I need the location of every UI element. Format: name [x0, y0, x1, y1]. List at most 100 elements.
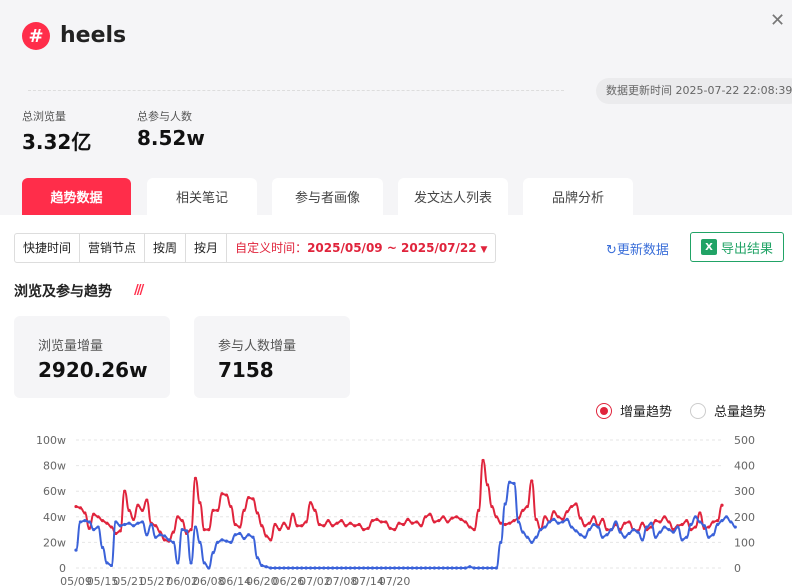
refresh-data-button[interactable]: ↻更新数据 [606, 239, 669, 258]
data-point-0 [698, 511, 702, 515]
data-point-0 [654, 519, 658, 523]
data-point-0 [419, 524, 423, 528]
data-point-0 [238, 525, 242, 529]
data-point-1 [229, 540, 233, 544]
tab-creator-list[interactable]: 发文达人列表 [398, 178, 508, 215]
data-point-1 [472, 566, 476, 570]
data-point-0 [406, 517, 410, 521]
data-point-1 [645, 525, 649, 529]
data-point-0 [127, 508, 131, 512]
data-point-0 [92, 512, 96, 516]
data-point-1 [503, 502, 507, 506]
export-button[interactable]: X 导出结果 [690, 232, 784, 262]
data-point-1 [370, 566, 375, 570]
tab-participant-profile[interactable]: 参与者画像 [272, 178, 383, 215]
quick-time-button[interactable]: 快捷时间 [15, 234, 81, 262]
data-point-0 [459, 517, 463, 521]
tab-trend-data[interactable]: 趋势数据 [22, 178, 131, 215]
data-point-0 [525, 504, 529, 509]
data-point-0 [441, 515, 445, 519]
data-point-1 [525, 535, 529, 539]
data-point-1 [118, 524, 122, 528]
data-point-1 [357, 566, 361, 570]
data-point-0 [388, 526, 392, 530]
data-point-1 [224, 539, 229, 543]
data-point-1 [264, 565, 268, 569]
data-point-0 [255, 511, 260, 515]
data-point-0 [198, 501, 202, 505]
data-point-0 [348, 521, 352, 525]
data-point-0 [357, 522, 361, 527]
data-point-0 [224, 493, 229, 497]
by-week-button[interactable]: 按周 [145, 234, 187, 262]
data-point-1 [534, 535, 538, 539]
data-point-0 [534, 517, 538, 521]
tab-brand-analysis[interactable]: 品牌分析 [523, 178, 633, 215]
data-point-0 [140, 508, 144, 512]
data-point-1 [331, 566, 335, 570]
data-point-0 [543, 515, 547, 519]
data-point-1 [693, 515, 698, 519]
data-point-0 [87, 526, 91, 530]
data-point-1 [167, 538, 171, 542]
data-point-0 [202, 528, 206, 532]
x-tick-label: 07/20 [379, 575, 411, 588]
data-point-1 [587, 528, 591, 532]
close-icon[interactable]: ✕ [770, 10, 785, 31]
marketing-nodes-button[interactable]: 营销节点 [80, 234, 146, 262]
data-point-1 [401, 566, 406, 570]
data-point-0 [264, 534, 268, 538]
header-area: # heels ✕ 数据更新时间 2025-07-22 22:08:39 总浏览… [0, 0, 792, 215]
data-point-1 [322, 566, 326, 570]
data-point-1 [78, 520, 83, 524]
data-point-0 [490, 504, 494, 509]
data-point-0 [454, 515, 459, 519]
data-point-0 [667, 520, 671, 524]
data-point-0 [171, 530, 175, 534]
data-point-1 [109, 563, 113, 568]
data-point-1 [326, 566, 330, 570]
tab-related-notes[interactable]: 相关笔记 [147, 178, 257, 215]
radio-unchecked-icon [690, 402, 706, 419]
participants-increment-value: 7158 [218, 358, 274, 382]
data-point-1 [384, 566, 388, 570]
data-point-0 [313, 508, 317, 512]
data-point-1 [658, 530, 662, 534]
data-point-1 [614, 520, 618, 524]
total-participants-label: 总参与人数 [137, 110, 192, 123]
data-point-1 [432, 566, 436, 570]
data-point-0 [379, 520, 383, 524]
data-point-1 [477, 566, 481, 570]
data-point-1 [481, 566, 485, 570]
data-point-0 [375, 517, 379, 521]
data-point-1 [649, 521, 653, 525]
data-point-1 [543, 525, 547, 529]
data-point-0 [136, 503, 140, 507]
data-point-1 [720, 519, 724, 523]
page-title: heels [60, 23, 127, 48]
custom-time-label: 自定义时间： [235, 241, 308, 255]
data-point-0 [685, 519, 689, 523]
data-point-0 [273, 522, 277, 527]
data-point-0 [286, 526, 290, 530]
data-point-0 [508, 521, 512, 525]
custom-time-value: 2025/05/09 ~ 2025/07/22 [307, 241, 477, 255]
data-point-1 [485, 566, 490, 570]
data-point-1 [273, 566, 277, 570]
data-point-1 [565, 517, 569, 521]
by-month-button[interactable]: 按月 [186, 234, 228, 262]
data-point-1 [379, 566, 383, 570]
data-point-1 [198, 540, 202, 544]
data-point-1 [715, 522, 720, 527]
y-left-tick-label: 0 [59, 562, 66, 575]
data-point-1 [100, 545, 105, 550]
data-point-1 [468, 565, 472, 569]
participants-increment-card: 参与人数增量 7158 [194, 316, 350, 398]
data-point-1 [392, 566, 397, 570]
data-point-1 [145, 533, 149, 537]
custom-time-dropdown[interactable]: 自定义时间：2025/05/09 ~ 2025/07/22 ▼ [227, 234, 495, 262]
data-point-0 [78, 506, 83, 510]
data-point-0 [477, 508, 481, 512]
decorative-slashes-icon: /// [134, 283, 144, 298]
data-point-1 [114, 520, 118, 524]
